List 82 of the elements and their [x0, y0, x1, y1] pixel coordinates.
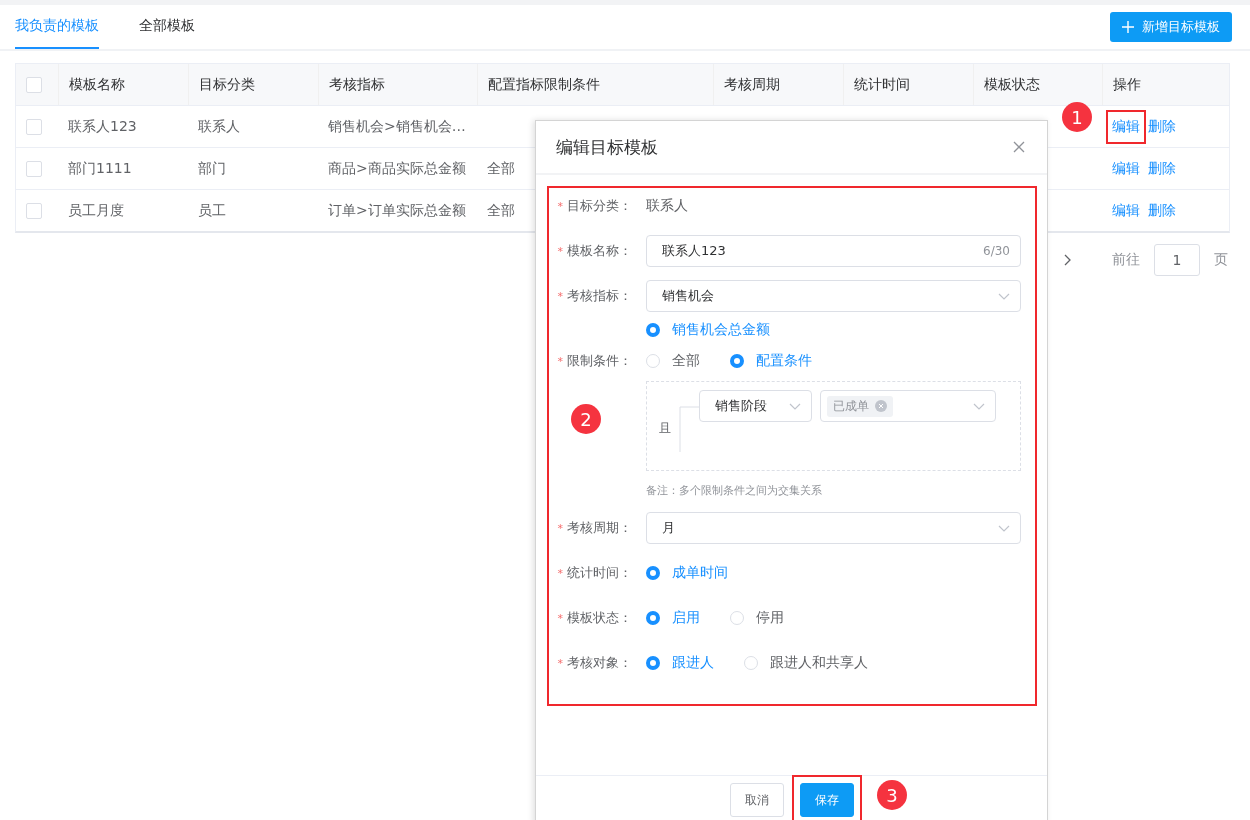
- tag: 已成单: [827, 395, 893, 417]
- column-header: 目标分类: [199, 75, 255, 94]
- column-header: 操作: [1113, 75, 1141, 94]
- radio-option[interactable]: 跟进人: [646, 654, 714, 672]
- connector-label: 且: [659, 420, 671, 437]
- required-mark: *: [557, 612, 563, 625]
- checkbox[interactable]: [26, 160, 42, 177]
- dialog-button[interactable]: 保存: [799, 783, 854, 817]
- multi-select-field[interactable]: 已成单: [820, 390, 996, 422]
- page-input[interactable]: 1: [1154, 244, 1200, 276]
- action-link[interactable]: 编辑: [1112, 159, 1140, 178]
- column-header: 统计时间: [854, 75, 910, 94]
- field-label: 限制条件：: [567, 353, 632, 368]
- action-link[interactable]: 编辑: [1112, 117, 1140, 136]
- select-field[interactable]: 销售阶段: [699, 390, 812, 422]
- select-field[interactable]: 销售机会: [646, 280, 1021, 312]
- required-mark: *: [557, 567, 563, 580]
- required-mark: *: [557, 657, 563, 670]
- chevron-down-icon: [973, 402, 985, 410]
- chevron-down-icon: [789, 402, 801, 410]
- step-badge: 2: [571, 404, 601, 434]
- radio-option[interactable]: 启用: [646, 609, 700, 627]
- page-suffix: 页: [1214, 251, 1228, 269]
- tab[interactable]: 全部模板: [139, 5, 195, 49]
- action-link[interactable]: 删除: [1148, 201, 1176, 220]
- name-input-field[interactable]: 联系人123 6/30: [646, 235, 1021, 267]
- next-page-icon[interactable]: [1064, 254, 1072, 266]
- required-mark: *: [557, 245, 563, 258]
- table-cell: 员工月度: [68, 201, 124, 220]
- table-cell: 全部: [487, 159, 515, 178]
- radio-option[interactable]: 成单时间: [646, 564, 728, 582]
- tab[interactable]: 我负责的模板: [15, 5, 99, 49]
- column-header: 考核周期: [724, 75, 780, 94]
- table-cell: 商品>商品实际总金额: [328, 159, 466, 178]
- field-label: 考核指标：: [567, 288, 632, 303]
- table-cell: 部门: [198, 159, 226, 178]
- action-link[interactable]: 删除: [1148, 159, 1176, 178]
- required-mark: *: [557, 200, 563, 213]
- note-text: 备注：多个限制条件之间为交集关系: [646, 482, 822, 498]
- radio-option[interactable]: 停用: [730, 609, 784, 627]
- column-header: 模板状态: [984, 75, 1040, 94]
- radio-option[interactable]: 跟进人和共享人: [744, 654, 868, 672]
- table-cell: 销售机会>销售机会…: [328, 117, 466, 136]
- checkbox[interactable]: [26, 76, 42, 93]
- radio-option[interactable]: 销售机会总金额: [646, 321, 770, 339]
- field-value: 联系人: [646, 197, 688, 215]
- select-field[interactable]: 月: [646, 512, 1021, 544]
- radio-option[interactable]: 全部: [646, 352, 700, 370]
- required-mark: *: [557, 355, 563, 368]
- column-header: 配置指标限制条件: [488, 75, 600, 94]
- action-link[interactable]: 编辑: [1112, 201, 1140, 220]
- chevron-down-icon: [998, 524, 1010, 532]
- close-icon[interactable]: [1013, 141, 1025, 153]
- required-mark: *: [557, 290, 563, 303]
- field-label: 考核对象：: [567, 655, 632, 670]
- checkbox[interactable]: [26, 202, 42, 219]
- dialog-button[interactable]: 取消: [729, 783, 784, 817]
- radio-option[interactable]: 配置条件: [730, 352, 812, 370]
- checkbox[interactable]: [26, 118, 42, 135]
- step-badge: 3: [877, 780, 907, 810]
- table-cell: 全部: [487, 201, 515, 220]
- step-badge: 1: [1062, 102, 1092, 132]
- table-cell: 部门1111: [68, 159, 132, 178]
- dialog-title: 编辑目标模板: [556, 135, 658, 159]
- required-mark: *: [557, 522, 563, 535]
- table-cell: 员工: [198, 201, 226, 220]
- goto-label: 前往: [1112, 251, 1140, 269]
- field-label: 模板状态：: [567, 610, 632, 625]
- field-label: 模板名称：: [567, 243, 632, 258]
- field-label: 统计时间：: [567, 565, 632, 580]
- action-link[interactable]: 删除: [1148, 117, 1176, 136]
- field-label: 考核周期：: [567, 520, 632, 535]
- remove-icon[interactable]: [875, 400, 887, 412]
- plus-icon: [1122, 21, 1134, 33]
- add-template-button[interactable]: 新增目标模板: [1110, 12, 1232, 42]
- table-cell: 联系人123: [68, 117, 137, 136]
- table-cell: 联系人: [198, 117, 240, 136]
- field-label: 目标分类：: [567, 198, 632, 213]
- chevron-down-icon: [998, 292, 1010, 300]
- column-header: 考核指标: [329, 75, 385, 94]
- table-cell: 订单>订单实际总金额: [328, 201, 466, 220]
- column-header: 模板名称: [69, 75, 125, 94]
